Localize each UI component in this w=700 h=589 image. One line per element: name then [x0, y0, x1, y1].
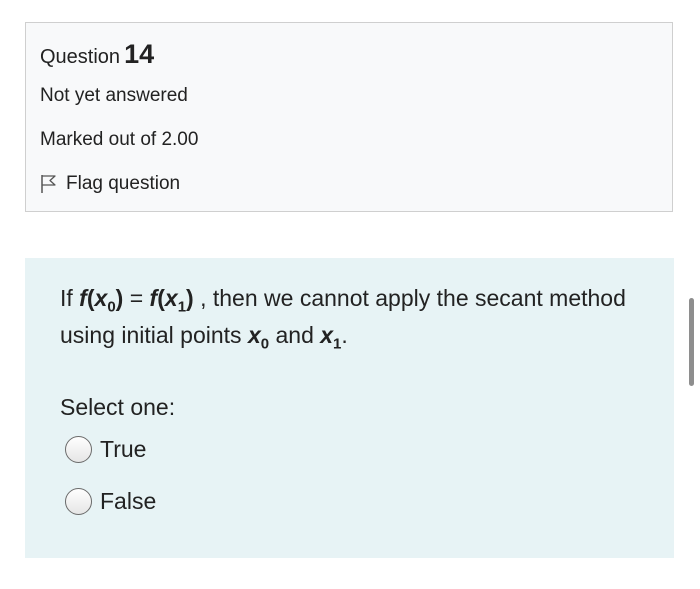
- flag-question-label: Flag question: [66, 173, 181, 194]
- math-paren: (: [86, 285, 95, 311]
- question-label: Question: [40, 46, 121, 68]
- question-number: 14: [124, 39, 155, 69]
- question-marks: Marked out of 2.00: [40, 129, 199, 150]
- math-f-x0: f(x0): [79, 285, 124, 315]
- math-subscript: 1: [177, 298, 187, 316]
- math-f: f: [79, 285, 87, 311]
- select-one-prompt: Select one:: [60, 394, 176, 420]
- math-subscript: 0: [260, 335, 270, 353]
- math-x: x: [164, 285, 178, 311]
- flag-question-link[interactable]: Flag question: [40, 173, 180, 195]
- text-period: .: [341, 322, 348, 348]
- text-and: and: [275, 322, 314, 348]
- math-x: x: [94, 285, 108, 311]
- option-true[interactable]: True: [65, 436, 146, 463]
- option-true-label: True: [100, 436, 147, 462]
- math-paren: ): [115, 285, 124, 311]
- question-content-panel: If f(x0) = f(x1) , then we cannot apply …: [25, 258, 674, 558]
- math-x: x: [247, 322, 261, 348]
- math-x1: x1: [320, 322, 341, 352]
- question-text: If f(x0) = f(x1) , then we cannot apply …: [60, 280, 650, 354]
- text-if: If: [60, 285, 73, 311]
- math-x: x: [320, 322, 334, 348]
- math-subscript: 0: [107, 298, 116, 316]
- math-paren: ): [186, 285, 194, 311]
- math-f-x1: f(x1): [150, 285, 194, 315]
- math-paren: (: [157, 285, 165, 311]
- scrollbar[interactable]: [689, 298, 694, 386]
- flag-icon: [40, 174, 58, 194]
- radio-false[interactable]: [65, 488, 92, 515]
- question-title: Question 14: [40, 39, 154, 70]
- option-false-label: False: [100, 488, 157, 514]
- math-x0: x0: [247, 322, 269, 352]
- question-info-panel: Question 14 Not yet answered Marked out o…: [25, 22, 673, 212]
- math-equals: =: [129, 285, 144, 311]
- question-state: Not yet answered: [40, 85, 188, 106]
- option-false[interactable]: False: [65, 488, 156, 515]
- radio-true[interactable]: [65, 436, 92, 463]
